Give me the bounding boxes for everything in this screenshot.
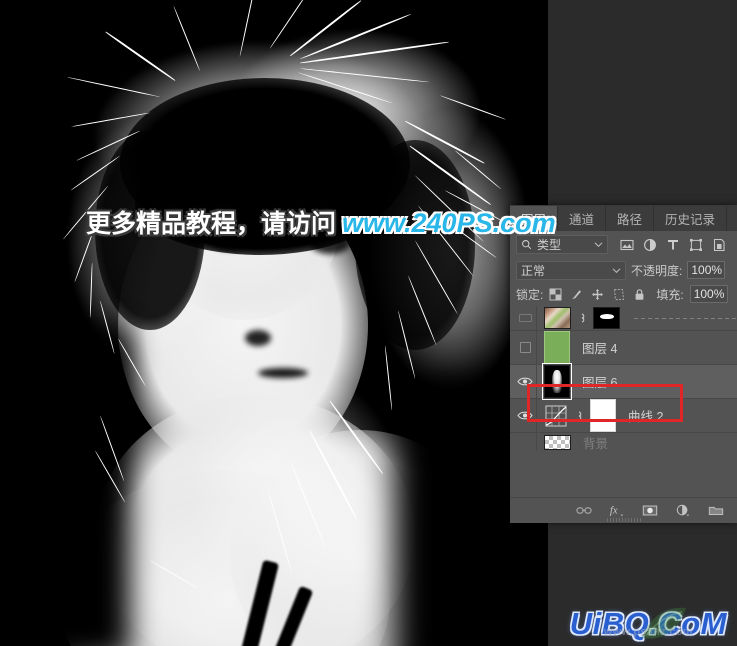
lock-icon-group[interactable] [549, 288, 646, 301]
panel-resize-grip[interactable] [606, 518, 641, 522]
layer-visibility-toggle[interactable] [514, 376, 536, 387]
lock-image-icon[interactable] [570, 288, 583, 301]
lock-row[interactable]: 锁定: 填充: 100% [510, 282, 737, 306]
table-row[interactable]: 图层 4 [510, 330, 737, 365]
tab-bar-filler [727, 206, 737, 231]
lock-position-icon[interactable] [591, 288, 604, 301]
opacity-value-field[interactable]: 100% [687, 261, 726, 279]
tutorial-watermark: 更多精品教程，请访问 www.240PS.com [86, 208, 556, 239]
lock-label: 锁定: [516, 287, 544, 302]
svg-text:fx: fx [610, 506, 618, 517]
lock-artboard-icon[interactable] [612, 288, 625, 301]
layer-mask-thumbnail[interactable] [593, 307, 620, 329]
layer-thumbnail[interactable] [544, 434, 571, 450]
fill-value-field[interactable]: 100% [689, 285, 728, 303]
table-row[interactable]: 曲线 2 [510, 398, 737, 433]
layer-name-label: 图层 4 [582, 342, 618, 356]
image-filter-icon[interactable] [620, 238, 634, 252]
link-mask-icon[interactable] [576, 311, 588, 325]
eye-visible-icon[interactable] [517, 410, 533, 421]
layer-mask-thumbnail[interactable] [590, 399, 616, 432]
chevron-down-icon[interactable] [594, 240, 603, 249]
image-canvas[interactable] [0, 0, 548, 646]
smartobject-filter-icon[interactable] [712, 238, 726, 252]
layer-style-fx-icon[interactable]: fx [609, 503, 625, 518]
layer-visibility-toggle[interactable] [514, 314, 536, 322]
add-mask-icon[interactable] [642, 503, 658, 518]
table-row[interactable]: 图层 6 [510, 363, 737, 400]
tab-paths[interactable]: 路径 [606, 206, 655, 231]
layer-thumbnails[interactable] [537, 434, 571, 450]
tab-channels[interactable]: 通道 [558, 206, 607, 231]
layer-name-label: 曲线 2 [628, 410, 664, 424]
layer-name-label: 图层 6 [582, 376, 618, 390]
lock-all-icon[interactable] [633, 288, 646, 301]
layer-thumbnail[interactable] [542, 363, 572, 400]
type-filter-icon[interactable] [666, 238, 680, 252]
blend-mode-select[interactable]: 正常 [516, 260, 626, 280]
layer-name-label: 背景 [583, 436, 609, 451]
layer-list[interactable]: 图层 4 图层 6 曲线 2 背景 [510, 306, 737, 451]
curves-adjustment-icon[interactable] [544, 404, 568, 428]
layer-visibility-toggle[interactable] [514, 410, 536, 421]
link-mask-icon[interactable] [573, 409, 585, 423]
blend-mode-row[interactable]: 正常 不透明度: 100% [510, 258, 737, 282]
portrait-photo [0, 0, 548, 646]
filter-icon-group[interactable] [620, 238, 726, 252]
opacity-label: 不透明度: [631, 263, 683, 278]
layer-thumbnails[interactable] [537, 363, 572, 400]
layer-thumbnails[interactable] [537, 307, 620, 329]
new-group-icon[interactable] [708, 503, 724, 518]
layer-thumbnails[interactable] [537, 399, 616, 432]
adjustment-filter-icon[interactable] [643, 238, 657, 252]
layers-panel[interactable]: 图层 通道 路径 历史记录 类型 正常 不透明度: 100% 锁定: 填充: 1… [510, 205, 737, 523]
photoshop-window: 更多精品教程，请访问 www.240PS.com UiBQ.CoM www.psa… [0, 0, 737, 646]
watermark-chinese-text: 更多精品教程，请访问 [86, 210, 337, 238]
new-adjustment-icon[interactable] [675, 503, 691, 518]
shape-filter-icon[interactable] [689, 238, 703, 252]
layer-thumbnail[interactable] [544, 331, 570, 364]
tab-history[interactable]: 历史记录 [654, 206, 728, 231]
layer-visibility-toggle[interactable] [514, 342, 536, 353]
layer-thumbnail[interactable] [544, 307, 571, 329]
eye-visible-icon[interactable] [517, 376, 533, 387]
watermark-url-text: www.240PS.com [342, 208, 556, 238]
table-row[interactable]: 背景 [510, 433, 737, 451]
chevron-down-icon[interactable] [612, 266, 621, 275]
link-layers-icon[interactable] [576, 503, 592, 518]
site-logo: UiBQ.CoM www.psahz.com [570, 607, 727, 639]
eye-hidden-icon[interactable] [519, 342, 531, 353]
layer-row-dashes [634, 317, 737, 319]
search-icon [522, 240, 532, 250]
lock-transparency-icon[interactable] [549, 288, 562, 301]
blend-mode-value: 正常 [521, 263, 546, 278]
layer-thumbnails[interactable] [537, 331, 570, 364]
fill-label: 填充: [656, 287, 684, 302]
table-row[interactable] [510, 306, 737, 331]
